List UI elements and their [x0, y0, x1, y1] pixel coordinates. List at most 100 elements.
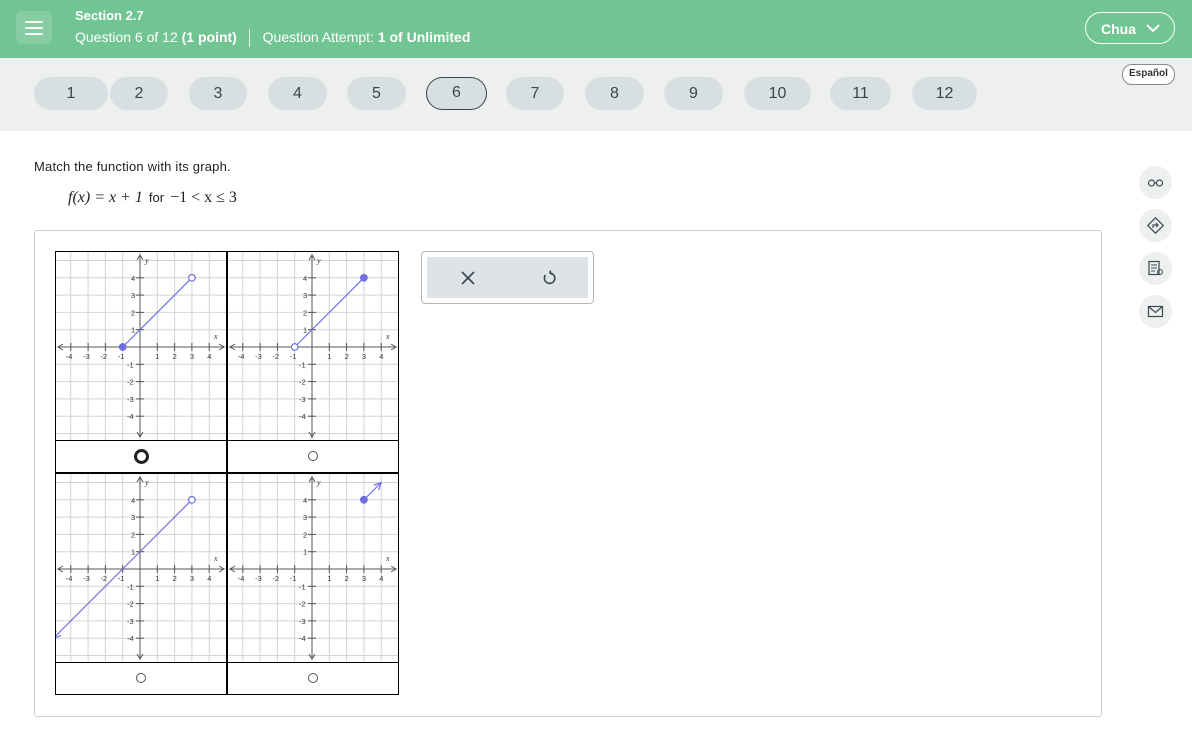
coordinate-graph: x y -4 -3 -2 -1 1 2 3 4 4 3 2 1 -1 -2 -3 -4 [56, 474, 226, 662]
undo-icon [543, 270, 556, 285]
y-tick-label: -2 [299, 378, 306, 387]
formula-for: for [148, 190, 165, 205]
y-tick-label: 4 [131, 274, 135, 283]
x-tick-label: -2 [272, 352, 279, 361]
coordinate-graph: x y -4 -3 -2 -1 1 2 3 4 4 3 2 1 -1 -2 -3 -4 [56, 252, 226, 440]
y-tick-label: 3 [131, 291, 135, 300]
graph-radio-A[interactable] [133, 448, 149, 464]
user-menu-button[interactable]: Chua [1085, 12, 1175, 44]
y-tick-label: 4 [303, 274, 307, 283]
question-nav-1[interactable]: 1 [34, 77, 108, 110]
notes-icon[interactable] [1139, 252, 1172, 285]
attempt-label: Question Attempt: [262, 29, 374, 45]
question-points: (1 point) [181, 29, 237, 45]
divider [248, 29, 250, 48]
graph-option-A: x y -4 -3 -2 -1 1 2 3 4 4 3 2 1 -1 -2 -3 -4 [55, 251, 227, 441]
y-tick-label: 4 [303, 496, 307, 505]
radio-cell-D [227, 663, 399, 695]
y-tick-label: -1 [127, 360, 134, 369]
x-tick-label: 3 [362, 574, 366, 583]
coordinate-graph: x y -4 -3 -2 -1 1 2 3 4 4 3 2 1 -1 -2 -3 -4 [228, 474, 398, 662]
x-tick-label: 1 [155, 352, 159, 361]
user-name: Chua [1101, 21, 1136, 37]
y-tick-label: -1 [299, 582, 306, 591]
y-tick-label: -3 [299, 617, 306, 626]
y-tick-label: 3 [303, 513, 307, 522]
x-tick-label: 1 [327, 574, 331, 583]
radio-cell-A [55, 441, 227, 473]
graph-option-D: x y -4 -3 -2 -1 1 2 3 4 4 3 2 1 -1 -2 -3 -4 [227, 473, 399, 663]
function-formula: f(x) = x + 1 for −1 < x ≤ 3 [68, 189, 237, 207]
closed-endpoint [359, 495, 368, 504]
x-tick-label: 4 [207, 574, 211, 583]
attempt-value: 1 of Unlimited [377, 29, 471, 45]
x-tick-label: 1 [327, 352, 331, 361]
question-nav-6[interactable]: 6 [426, 77, 487, 110]
graph-radio-C[interactable] [136, 673, 146, 683]
y-tick-label: -4 [299, 412, 306, 421]
tools-bar [427, 257, 588, 298]
question-nav-4[interactable]: 4 [268, 77, 327, 110]
open-endpoint [290, 343, 299, 351]
x-tick-label: -1 [290, 352, 297, 361]
x-tick-label: -1 [290, 574, 297, 583]
question-nav-8[interactable]: 8 [585, 77, 644, 110]
x-tick-label: 4 [379, 352, 383, 361]
question-nav-11[interactable]: 11 [830, 77, 891, 110]
x-tick-label: -2 [100, 574, 107, 583]
graph-radio-B[interactable] [308, 451, 318, 461]
x-tick-label: 2 [173, 352, 177, 361]
y-tick-label: -3 [299, 395, 306, 404]
x-tick-label: 3 [190, 352, 194, 361]
mail-icon[interactable] [1139, 295, 1172, 328]
y-tick-label: 3 [131, 513, 135, 522]
undo-button[interactable] [507, 257, 587, 298]
y-axis-label: y [316, 256, 321, 265]
question-nav: 1 2 3 4 5 6 7 8 9 10 11 12 [0, 58, 1192, 131]
x-tick-label: -3 [255, 574, 262, 583]
question-nav-3[interactable]: 3 [189, 77, 247, 110]
clear-button[interactable] [427, 257, 507, 298]
x-tick-label: 3 [362, 352, 366, 361]
x-tick-label: -2 [100, 352, 107, 361]
x-axis-label: x [385, 554, 390, 563]
y-tick-label: 1 [131, 548, 135, 557]
glasses-icon[interactable] [1139, 166, 1172, 199]
y-tick-label: -1 [299, 360, 306, 369]
question-nav-10[interactable]: 10 [744, 77, 811, 110]
question-nav-9[interactable]: 9 [664, 77, 723, 110]
chevron-down-icon [1146, 24, 1160, 33]
graph-option-B: x y -4 -3 -2 -1 1 2 3 4 4 3 2 1 -1 -2 -3 -4 [227, 251, 399, 441]
language-toggle[interactable]: Español [1122, 64, 1175, 85]
closed-endpoint [359, 273, 368, 282]
question-nav-5[interactable]: 5 [347, 77, 406, 110]
question-nav-12[interactable]: 12 [912, 77, 977, 110]
x-tick-label: -4 [238, 352, 245, 361]
x-tick-label: -4 [66, 574, 73, 583]
section-title: Section 2.7 [75, 8, 144, 23]
open-endpoint [187, 273, 196, 282]
y-tick-label: 2 [131, 530, 135, 539]
y-axis-label: y [316, 478, 321, 487]
question-nav-2[interactable]: 2 [110, 77, 168, 110]
y-tick-label: -1 [127, 582, 134, 591]
question-nav-7[interactable]: 7 [506, 77, 564, 110]
y-tick-label: -4 [127, 634, 134, 643]
x-tick-label: -3 [83, 574, 90, 583]
radio-cell-C [55, 663, 227, 695]
close-icon [461, 271, 475, 285]
graph-radio-D[interactable] [308, 673, 318, 683]
directions-icon[interactable] [1139, 209, 1172, 242]
y-axis-label: y [144, 478, 149, 487]
menu-button[interactable] [0, 0, 68, 58]
x-tick-label: 1 [155, 574, 159, 583]
x-tick-label: -4 [66, 352, 73, 361]
y-tick-label: -4 [127, 412, 134, 421]
open-endpoint [187, 495, 196, 504]
x-tick-label: -1 [118, 352, 125, 361]
y-tick-label: -4 [299, 634, 306, 643]
x-tick-label: 2 [173, 574, 177, 583]
formula-domain: −1 < x ≤ 3 [170, 189, 237, 206]
hamburger-icon [16, 11, 52, 44]
x-axis-label: x [213, 554, 218, 563]
